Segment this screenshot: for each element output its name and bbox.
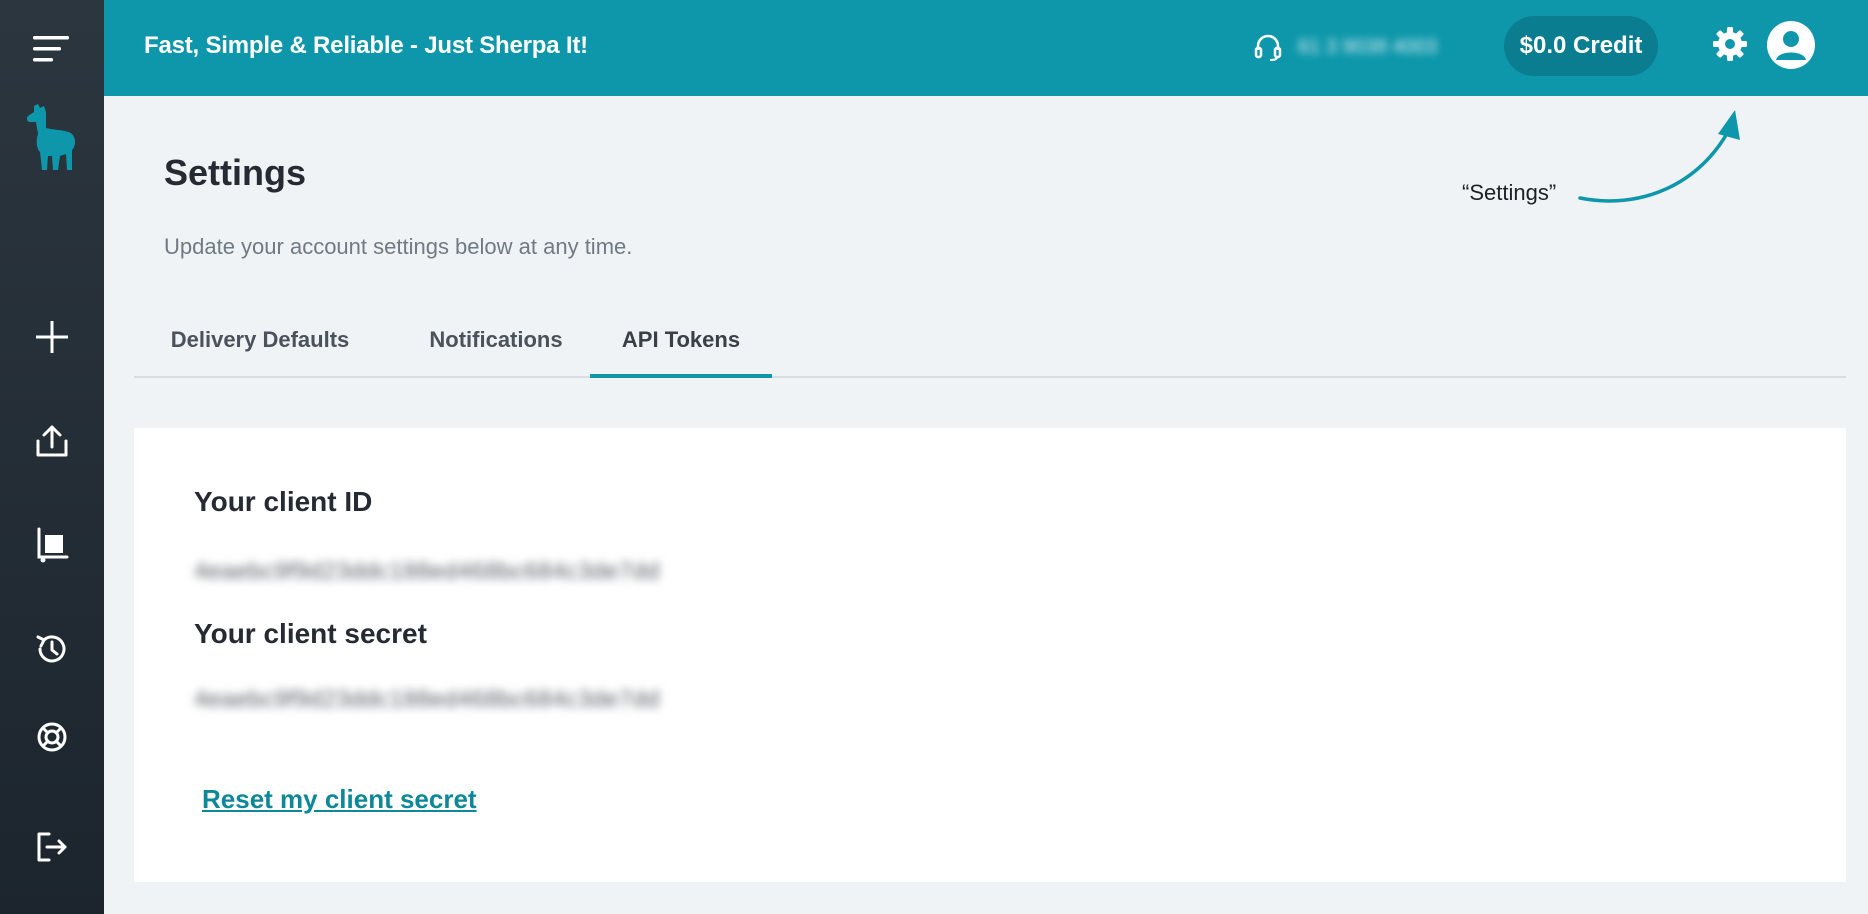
client-id-label: Your client ID [194, 486, 373, 517]
settings-annotation-label: “Settings” [1462, 180, 1557, 205]
plus-icon [36, 321, 68, 353]
support-button[interactable] [0, 702, 104, 772]
alpaca-logo [26, 104, 76, 170]
tab-api-tokens[interactable]: API Tokens [590, 318, 772, 378]
headset-icon [1254, 34, 1282, 61]
upload-button[interactable] [0, 406, 104, 476]
client-secret-value: 4eaebc9f9d23ddc188ed468bc684c3de7dd [194, 686, 660, 713]
history-icon [36, 635, 66, 663]
history-button[interactable] [0, 614, 104, 684]
credit-button[interactable]: $0.0 Credit [1504, 16, 1658, 76]
top-header: Fast, Simple & Reliable - Just Sherpa It… [104, 0, 1868, 96]
support-icon [37, 722, 67, 752]
logout-icon [37, 832, 67, 862]
new-delivery-button[interactable] [0, 302, 104, 372]
support-phone[interactable]: 61 3 9038 4003 [1254, 30, 1437, 64]
reset-client-secret-link[interactable]: Reset my client secret [202, 784, 477, 815]
page-subtitle: Update your account settings below at an… [164, 234, 633, 259]
settings-tabs: Delivery Defaults Notifications API Toke… [134, 318, 1846, 378]
sidebar [0, 0, 104, 914]
parcel-trolley-icon [37, 527, 69, 563]
annotation-arrow-icon [1578, 110, 1740, 203]
settings-button[interactable] [1710, 24, 1750, 69]
deliveries-button[interactable] [0, 510, 104, 580]
tagline: Fast, Simple & Reliable - Just Sherpa It… [144, 32, 588, 59]
tab-notifications[interactable]: Notifications [386, 318, 606, 376]
upload-icon [36, 425, 68, 457]
client-id-value: 4eaebc9f9d23ddc188ed468bc684c3de7dd [194, 558, 660, 585]
logout-button[interactable] [0, 812, 104, 882]
menu-toggle-button[interactable] [0, 14, 104, 84]
client-secret-label: Your client secret [194, 618, 427, 649]
tab-delivery-defaults[interactable]: Delivery Defaults [134, 318, 386, 376]
account-button[interactable] [1766, 20, 1816, 75]
page-title: Settings [164, 152, 307, 193]
user-avatar-icon [1767, 21, 1815, 69]
phone-number: 61 3 9038 4003 [1298, 35, 1438, 58]
gear-icon [1713, 27, 1747, 61]
api-tokens-panel: Your client ID 4eaebc9f9d23ddc188ed468bc… [134, 428, 1846, 882]
menu-icon [33, 36, 69, 62]
home-logo-link[interactable] [0, 98, 104, 178]
